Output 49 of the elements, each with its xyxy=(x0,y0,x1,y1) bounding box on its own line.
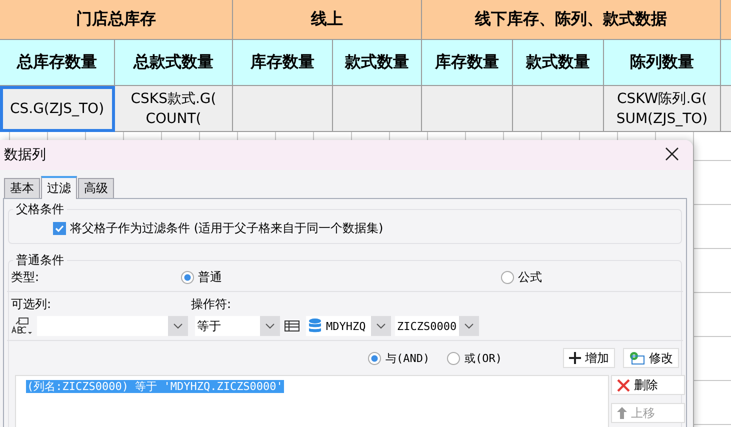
chevron-down-icon xyxy=(376,323,386,329)
table-cell: CSKW陈列.G( SUM(ZJS_TO) xyxy=(604,86,721,132)
tab[interactable]: 高级 xyxy=(78,178,114,198)
group-header-cell: 门店总库存 xyxy=(0,0,233,40)
table-cell: CS.G(ZJS_TO) xyxy=(0,86,115,132)
group-header-cell: 线上 xyxy=(233,0,422,40)
radio-label: 与(AND) xyxy=(385,350,430,366)
delete-button[interactable]: 删除 xyxy=(611,375,685,395)
column-header-cell: 总款式数量 xyxy=(115,40,233,86)
close-button[interactable] xyxy=(665,147,681,163)
list-icon xyxy=(284,320,302,332)
column-type-icon xyxy=(11,317,33,335)
field-label: 类型: xyxy=(11,268,40,286)
operator-select[interactable]: 等于 xyxy=(195,316,280,336)
database-icon xyxy=(308,318,322,334)
radio-label: 普通 xyxy=(198,268,222,286)
arrow-up-icon xyxy=(617,407,627,419)
tab[interactable]: 基本 xyxy=(4,178,40,198)
chevron-down-icon xyxy=(265,323,275,329)
dataset-select[interactable]: MDYHZQ xyxy=(306,316,391,336)
plus-icon xyxy=(569,352,581,364)
fieldset-legend: 父格条件 xyxy=(13,201,67,218)
column-header-cell: 库存数量 xyxy=(233,40,333,86)
checkbox-label: 将父格子作为过滤条件 (适用于父子格来自于同一个数据集) xyxy=(70,220,384,237)
column-header-cell: 款式数量 xyxy=(333,40,422,86)
group-header-cell: 线下库存、陈列、款式数据 xyxy=(422,0,721,40)
table-cell: CSKS款式.G( COUNT( xyxy=(115,86,233,132)
tab[interactable]: 过滤 xyxy=(41,176,77,199)
dialog-title: 数据列 xyxy=(4,146,46,164)
field-select[interactable]: ZICZS0000 xyxy=(395,316,479,336)
column-header-cell: 总库存数量 xyxy=(0,40,115,86)
add-button[interactable]: 增加 xyxy=(563,348,615,368)
radio-label: 公式 xyxy=(518,268,542,286)
field-label: 操作符: xyxy=(191,296,232,312)
edit-button[interactable]: 修改 xyxy=(623,348,679,368)
radio-button[interactable] xyxy=(181,270,194,284)
radio-label: 或(OR) xyxy=(464,350,502,366)
column-header-cell: 库存数量 xyxy=(422,40,513,86)
radio-button[interactable] xyxy=(447,352,460,364)
radio-button[interactable] xyxy=(501,270,514,284)
checkbox[interactable] xyxy=(53,222,66,235)
column-header-cell: 款式数量 xyxy=(513,40,604,86)
chevron-down-icon xyxy=(173,323,183,329)
chevron-down-icon xyxy=(464,323,474,329)
radio-button[interactable] xyxy=(368,352,382,364)
column-header-cell: 陈列数量 xyxy=(604,40,721,86)
field-label: 可选列: xyxy=(11,296,52,312)
close-icon xyxy=(617,378,630,392)
fieldset-legend: 普通条件 xyxy=(13,252,67,269)
